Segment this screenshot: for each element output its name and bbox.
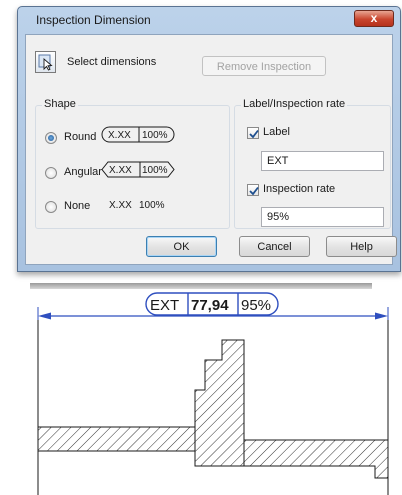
select-dimensions-label: Select dimensions (67, 56, 157, 68)
angular-preview-value: X.XX (109, 165, 132, 176)
badge-value: 77,94 (191, 297, 229, 314)
divider-strip (30, 283, 372, 289)
label-checkbox[interactable] (247, 127, 259, 139)
angular-shape-preview: X.XX 100% (101, 161, 175, 178)
checkmark-icon (249, 186, 259, 196)
inspection-rate-input[interactable] (261, 207, 384, 227)
label-rate-group-title: Label/Inspection rate (241, 98, 348, 110)
badge-rate: 95% (241, 297, 271, 314)
inspection-dimension-dialog: Inspection Dimension x Select dimensions… (17, 6, 401, 272)
badge-label: EXT (150, 297, 179, 314)
inspection-rate-checkbox[interactable] (247, 184, 259, 196)
dialog-title: Inspection Dimension (36, 13, 151, 27)
none-preview-rate: 100% (139, 200, 165, 211)
remove-inspection-button[interactable]: Remove Inspection (202, 56, 326, 76)
none-preview-value: X.XX (109, 200, 132, 211)
help-button[interactable]: Help (326, 236, 397, 257)
radio-angular[interactable] (45, 167, 57, 179)
inspection-rate-checkbox-label: Inspection rate (263, 183, 336, 195)
arrow-left-icon (38, 312, 51, 320)
radio-none[interactable] (45, 201, 57, 213)
shape-group-title: Shape (42, 98, 78, 110)
radio-angular-label: Angular (64, 166, 102, 178)
shape-group: Shape Round X.XX 100% Angular X.XX 100% … (35, 98, 230, 229)
title-bar[interactable]: Inspection Dimension x (18, 7, 400, 33)
angular-preview-rate: 100% (142, 165, 168, 176)
cad-drawing: EXT 77,94 95% (37, 292, 389, 495)
part-cross-section (37, 339, 389, 479)
radio-none-label: None (64, 200, 91, 212)
arrow-right-icon (375, 312, 388, 320)
inspection-dimension-badge[interactable]: EXT 77,94 95% (145, 292, 279, 316)
ok-button[interactable]: OK (146, 236, 217, 257)
round-shape-preview: X.XX 100% (101, 126, 175, 143)
label-inspection-rate-group: Label/Inspection rate Label Inspection r… (234, 98, 391, 229)
cancel-button[interactable]: Cancel (239, 236, 310, 257)
close-icon: x (370, 11, 378, 25)
round-preview-value: X.XX (108, 130, 131, 141)
round-preview-rate: 100% (142, 130, 168, 141)
label-input[interactable] (261, 151, 384, 171)
close-button[interactable]: x (354, 10, 394, 27)
dialog-client-area: Select dimensions Remove Inspection Shap… (25, 34, 397, 265)
select-dimensions-button[interactable] (35, 51, 56, 73)
radio-round-label: Round (64, 131, 97, 143)
radio-round[interactable] (45, 132, 57, 144)
label-checkbox-label: Label (263, 126, 290, 138)
checkmark-icon (249, 129, 259, 139)
select-cursor-icon (38, 54, 53, 71)
